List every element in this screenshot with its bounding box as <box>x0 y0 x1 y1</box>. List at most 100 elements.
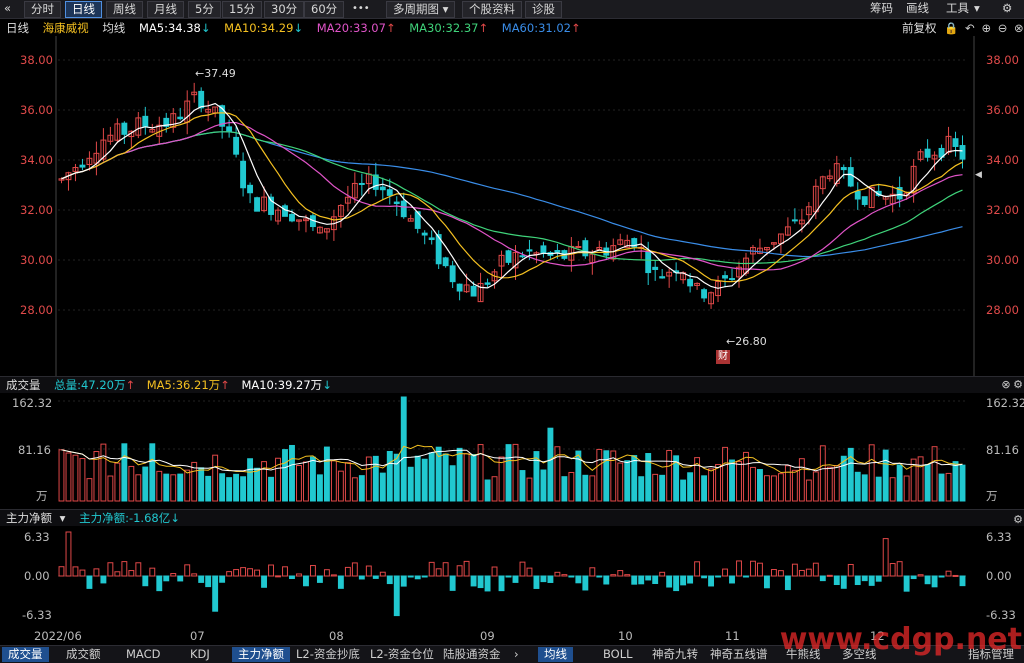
flow-bar <box>575 575 582 584</box>
period-tab-daily[interactable]: 日线 <box>65 1 102 18</box>
flow-bar <box>463 560 470 577</box>
earnings-event-badge[interactable]: 财 <box>716 350 730 364</box>
volume-bar <box>86 478 93 502</box>
volume-bar <box>708 468 715 502</box>
lock-icon[interactable]: 🔒 <box>944 21 958 35</box>
tab-turnover[interactable]: 成交额 <box>60 647 107 662</box>
more-icon[interactable]: ••• <box>352 1 370 16</box>
volume-bar <box>226 477 233 502</box>
volume-bar <box>163 473 170 502</box>
chips-button[interactable]: 筹码 <box>870 1 893 16</box>
caret-down-icon[interactable]: ▾ <box>60 511 66 525</box>
flow-bar <box>344 566 351 577</box>
flow-tick-right: 0.00 <box>986 569 1012 583</box>
volume-bar <box>715 464 721 502</box>
volume-tick-left: 81.16 <box>18 443 51 457</box>
chevron-right-icon[interactable]: › <box>508 647 525 662</box>
flow-bar <box>736 560 742 577</box>
close-icon[interactable]: ⊗ <box>1014 21 1024 35</box>
flow-bar <box>847 563 854 577</box>
candle-body <box>645 251 652 274</box>
zoom-out-icon[interactable]: ⊖ <box>998 21 1008 35</box>
flow-bar <box>372 575 379 579</box>
flow-bar <box>554 571 561 577</box>
tools-button[interactable]: 工具 <box>946 1 969 16</box>
volume-tick-right: 162.32 <box>986 396 1024 410</box>
tab-l2-bottom[interactable]: L2-资金抄底 <box>290 647 366 662</box>
flow-bar <box>959 575 966 587</box>
flow-bar <box>931 575 938 588</box>
flow-bar <box>491 566 498 577</box>
volume-bar <box>114 462 121 502</box>
volume-bar <box>212 454 219 502</box>
avg-label[interactable]: 均线 <box>102 21 125 35</box>
flow-bar <box>477 575 484 589</box>
period-tab-weekly[interactable]: 周线 <box>106 1 143 18</box>
arrow-up-icon: ↑ <box>385 21 396 35</box>
flow-chart[interactable] <box>0 526 1024 627</box>
volume-total: 总量:47.20万 <box>54 378 126 392</box>
flow-bar <box>533 575 540 589</box>
volume-bar <box>638 476 645 502</box>
flow-bar <box>114 571 121 577</box>
arrow-up-icon: ↑ <box>125 378 136 392</box>
volume-chart[interactable] <box>0 393 1024 506</box>
stock-info-button[interactable]: 个股资料 <box>462 1 522 18</box>
tab-hk-connect[interactable]: 陆股通资金 <box>437 647 507 662</box>
period-tab-60min[interactable]: 60分 <box>304 1 345 18</box>
volume-unit-left: 万 <box>36 489 48 503</box>
price-panel[interactable] <box>0 36 1024 376</box>
stock-name[interactable]: 海康威视 <box>43 21 89 35</box>
period-tab-5min[interactable]: 5分 <box>188 1 221 18</box>
tab-macd[interactable]: MACD <box>120 647 166 662</box>
volume-title[interactable]: 成交量 <box>6 378 41 392</box>
settings-icon[interactable]: ⚙ <box>1012 379 1024 391</box>
tab-volume[interactable]: 成交量 <box>2 647 49 662</box>
flow-bar <box>526 567 533 577</box>
flow-bar <box>393 575 400 617</box>
fuquan-button[interactable]: 前复权 <box>902 21 937 35</box>
draw-line-button[interactable]: 画线 <box>906 1 929 16</box>
zoom-in-icon[interactable]: ⊕ <box>981 21 991 35</box>
undo-icon[interactable]: ↶ <box>965 21 975 35</box>
double-chevron-left-icon[interactable]: « <box>4 1 11 16</box>
candle-body <box>177 116 184 120</box>
tab-boll[interactable]: BOLL <box>597 647 639 662</box>
diagnose-button[interactable]: 诊股 <box>525 1 562 18</box>
volume-bar <box>156 470 163 502</box>
period-tab-30min[interactable]: 30分 <box>264 1 305 18</box>
volume-panel[interactable] <box>0 393 1024 506</box>
volume-bar <box>65 452 72 502</box>
flow-bar <box>896 561 903 577</box>
period-tab-fenshi[interactable]: 分时 <box>24 1 61 18</box>
volume-bar <box>722 446 728 502</box>
flow-bar <box>826 574 833 577</box>
tab-five-line[interactable]: 神奇五线谱 <box>704 647 774 662</box>
top-toolbar: « 分时 日线 周线 月线 5分 15分 30分 60分 ••• 多周期图 ▾ … <box>0 0 1024 19</box>
volume-bar <box>701 475 708 502</box>
price-tick-right: 38.00 <box>986 53 1019 67</box>
tab-ma[interactable]: 均线 <box>538 647 573 662</box>
candle-body <box>233 136 240 155</box>
multi-period-dropdown[interactable]: 多周期图 ▾ <box>386 1 456 18</box>
tab-nine-turn[interactable]: 神奇九转 <box>646 647 704 662</box>
tab-l2-position[interactable]: L2-资金仓位 <box>364 647 440 662</box>
tools-dropdown-icon[interactable]: ▾ <box>974 1 980 16</box>
candle-body <box>393 201 400 205</box>
flow-bar <box>561 574 568 577</box>
period-tab-15min[interactable]: 15分 <box>222 1 263 18</box>
flow-bar <box>519 561 526 577</box>
flow-title[interactable]: 主力净额 <box>6 511 52 525</box>
close-icon[interactable]: ⊗ <box>1000 379 1012 391</box>
volume-bar <box>198 467 205 502</box>
volume-bar <box>875 476 882 502</box>
settings-icon[interactable]: ⚙ <box>1002 1 1012 16</box>
candlestick-chart[interactable] <box>0 36 1024 376</box>
candle-body <box>582 240 589 257</box>
settings-icon[interactable]: ⚙ <box>1012 514 1024 526</box>
flow-panel[interactable] <box>0 526 1024 627</box>
tab-kdj[interactable]: KDJ <box>184 647 216 662</box>
candle-body <box>358 182 365 185</box>
tab-main-flow[interactable]: 主力净额 <box>232 647 290 662</box>
period-tab-monthly[interactable]: 月线 <box>147 1 184 18</box>
